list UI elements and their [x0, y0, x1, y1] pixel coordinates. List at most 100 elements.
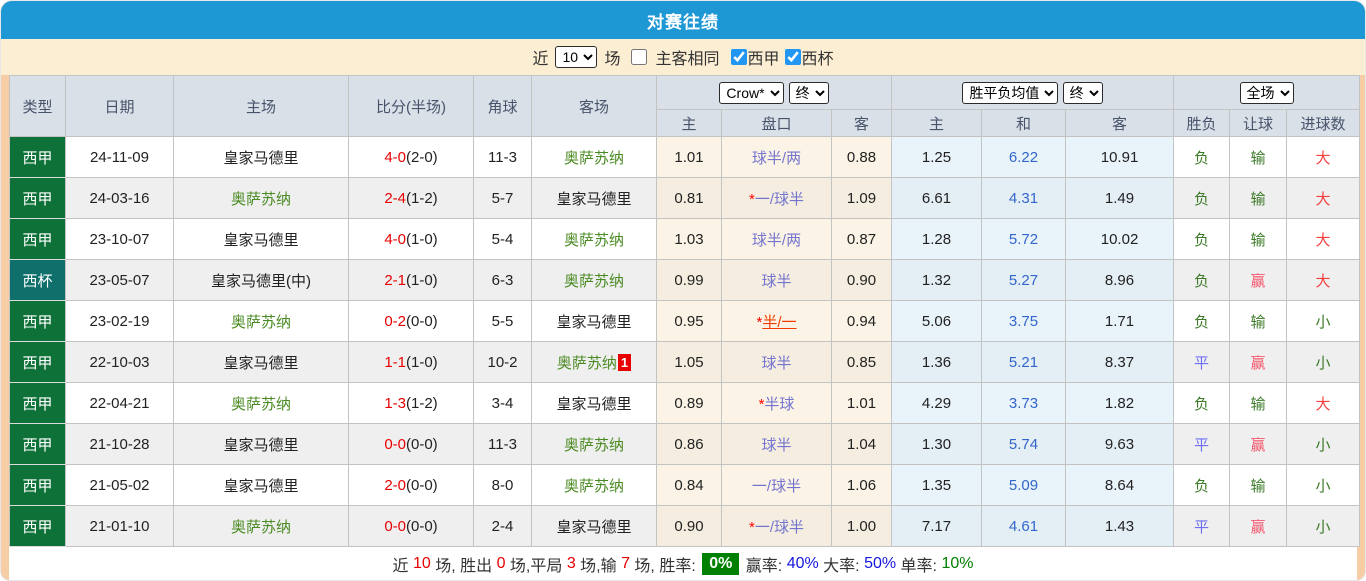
match-count-select[interactable]: 10 [555, 46, 598, 68]
half-score: (0-0) [406, 476, 438, 494]
avg-select[interactable]: 胜平负均值 [962, 81, 1059, 104]
liga-checkbox[interactable] [730, 49, 747, 65]
avg-draw-value: 5.09 [1008, 476, 1039, 494]
handicap-cell: 球半/两 [721, 136, 832, 178]
result-handicap-cell: 输 [1229, 464, 1288, 506]
avg-away-cell: 8.96 [1065, 259, 1175, 301]
corner-cell: 5-7 [473, 177, 532, 219]
avg-away-cell: 1.49 [1065, 177, 1175, 219]
summary-segment: 单率: [896, 557, 942, 575]
home-team-name: 奥萨苏纳 [230, 190, 291, 208]
avg-draw-value: 5.74 [1008, 435, 1039, 453]
final-score: 0-2 [384, 312, 406, 330]
result-handicap-cell: 赢 [1229, 423, 1288, 465]
away-team-cell: 皇家马德里 [531, 505, 657, 547]
home-team-cell: 奥萨苏纳 [173, 300, 349, 342]
table-row: 西甲 22-04-21 奥萨苏纳 1-3(1-2) 3-4 皇家马德里 0.89 *半球 1.0… [9, 382, 1361, 424]
score-cell: 0-2(0-0) [348, 300, 474, 342]
home-odds-cell: 0.95 [656, 300, 722, 342]
result-wdl-cell: 负 [1173, 177, 1231, 219]
matches-label: 场 [604, 51, 621, 68]
score-cell: 1-1(1-0) [348, 341, 474, 383]
type-cell: 西甲 [9, 382, 66, 424]
league-filter-cup[interactable]: 西杯 [781, 45, 834, 69]
avg-draw-cell: 5.09 [981, 464, 1067, 506]
date-cell: 22-10-03 [65, 341, 174, 383]
date-cell: 24-03-16 [65, 177, 174, 219]
bookmaker-select[interactable]: Crow* [719, 81, 785, 104]
away-team-cell: 奥萨苏纳 1 [531, 341, 657, 383]
result-wdl: 负 [1194, 190, 1210, 208]
home-odds-cell: 1.01 [656, 136, 722, 178]
result-handicap: 输 [1250, 395, 1266, 413]
avg-time-select[interactable]: 终 [1062, 81, 1103, 104]
result-handicap: 赢 [1250, 272, 1266, 290]
summary-segment: 50% [864, 554, 897, 572]
avg-draw-cell: 3.73 [981, 382, 1067, 424]
handicap-cell: 球半 [721, 341, 832, 383]
corner-cell: 10-2 [473, 341, 532, 383]
scope-select[interactable]: 全场 [1239, 81, 1294, 104]
avg-away-cell: 1.71 [1065, 300, 1175, 342]
same-venue-checkbox[interactable] [631, 49, 648, 65]
cup-checkbox[interactable] [784, 49, 801, 65]
corner-cell: 8-0 [473, 464, 532, 506]
away-team-name: 皇家马德里 [556, 313, 632, 331]
result-goals: 小 [1315, 518, 1331, 536]
avg-draw-value: 3.75 [1008, 312, 1039, 330]
col-header-home: 主场 [173, 75, 349, 137]
result-goals-cell: 大 [1286, 259, 1361, 301]
score-cell: 1-3(1-2) [348, 382, 474, 424]
result-handicap: 输 [1250, 477, 1266, 495]
away-odds-cell: 0.85 [830, 341, 893, 383]
avg-away-cell: 10.02 [1065, 218, 1175, 260]
h2h-table: 类型 日期 主场 比分(半场) 角球 客场 Crow* 终 胜平负均值 终 全场… [9, 75, 1361, 547]
result-wdl-cell: 负 [1173, 136, 1231, 178]
summary-segment: 3 [566, 554, 576, 572]
summary-segment: 7 [621, 554, 630, 572]
away-team-name: 皇家马德里 [556, 518, 632, 536]
result-handicap-cell: 输 [1229, 300, 1288, 342]
home-team-cell: 奥萨苏纳 [173, 505, 349, 547]
avg-draw-value: 3.73 [1008, 394, 1039, 412]
away-team-cell: 皇家马德里 [531, 177, 657, 219]
sub-header-avg-away: 客 [1065, 109, 1175, 137]
corner-cell: 6-3 [473, 259, 532, 301]
result-goals-cell: 大 [1286, 382, 1361, 424]
type-cell: 西甲 [9, 341, 66, 383]
half-score: (1-2) [406, 394, 438, 412]
summary-segment: 10 [412, 554, 431, 572]
away-team-name: 奥萨苏纳 [563, 272, 624, 290]
result-goals-cell: 小 [1286, 505, 1361, 547]
handicap-cell: 球半 [721, 259, 832, 301]
result-goals: 大 [1315, 231, 1331, 249]
result-wdl: 负 [1194, 313, 1210, 331]
home-team-cell: 皇家马德里 [173, 341, 349, 383]
handicap-cell: 球半/两 [721, 218, 832, 260]
score-cell: 2-1(1-0) [348, 259, 474, 301]
type-cell: 西甲 [9, 300, 66, 342]
summary-segment: 近 [392, 557, 413, 575]
away-team-cell: 奥萨苏纳 [531, 423, 657, 465]
same-venue-label: 主客相同 [655, 51, 720, 68]
summary-bar: 近 10 场, 胜出 0 场,平局 3 场,输 7 场, 胜率: 0% 赢率: … [9, 547, 1357, 580]
handicap-value: 球半/两 [751, 149, 802, 167]
home-team-name: 奥萨苏纳 [230, 395, 291, 413]
result-goals-cell: 小 [1286, 423, 1361, 465]
away-odds-cell: 0.87 [830, 218, 893, 260]
final-score: 1-3 [384, 394, 406, 412]
half-score: (0-0) [406, 435, 438, 453]
home-odds-cell: 1.05 [656, 341, 722, 383]
odds-time-select[interactable]: 终 [788, 81, 829, 104]
league-filter-liga[interactable]: 西甲 [727, 45, 780, 69]
avg-draw-cell: 4.61 [981, 505, 1067, 547]
result-goals-cell: 大 [1286, 136, 1361, 178]
final-score: 0-0 [384, 517, 406, 535]
col-header-corner: 角球 [473, 75, 532, 137]
type-cell: 西甲 [9, 505, 66, 547]
result-goals: 小 [1315, 354, 1331, 372]
final-score: 2-0 [384, 476, 406, 494]
table-zone: 类型 日期 主场 比分(半场) 角球 客场 Crow* 终 胜平负均值 终 全场… [1, 75, 1365, 580]
avg-group-header: 胜平负均值 终 [891, 75, 1175, 110]
result-handicap-cell: 输 [1229, 177, 1288, 219]
